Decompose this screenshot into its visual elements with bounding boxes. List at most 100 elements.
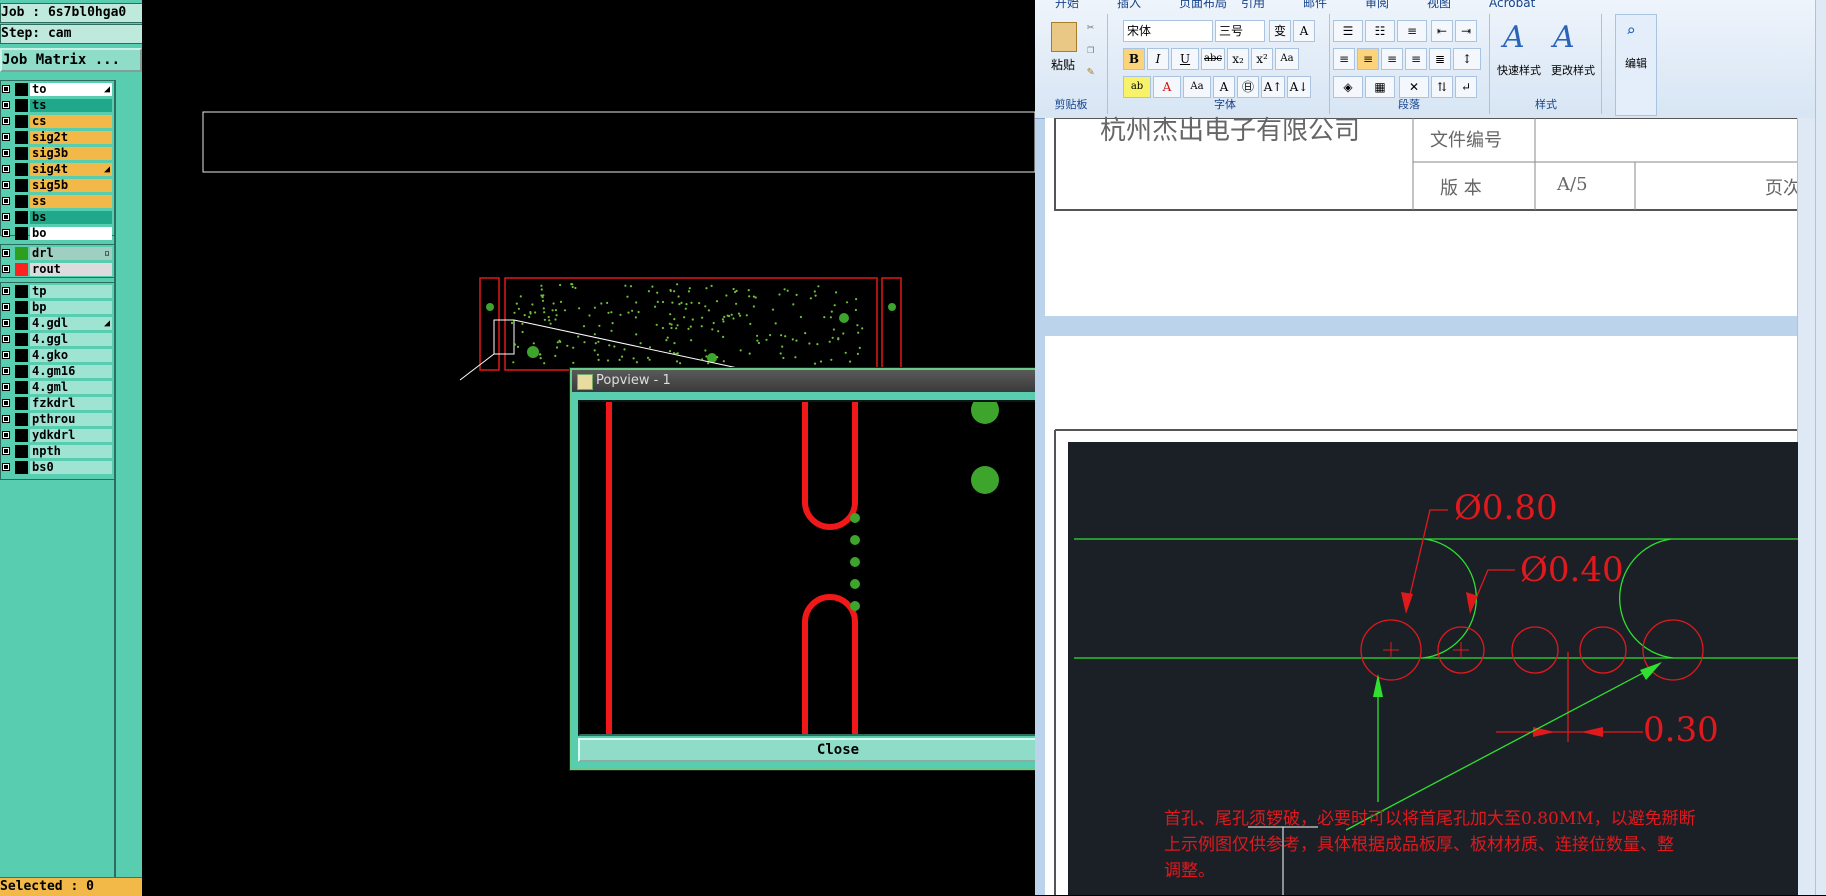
layer-checkbox[interactable] xyxy=(2,181,10,189)
layer-checkbox[interactable] xyxy=(2,197,10,205)
shrink-font-button[interactable]: A↓ xyxy=(1287,76,1311,98)
job-matrix-button[interactable]: Job Matrix ... xyxy=(0,48,142,72)
layer-checkbox[interactable] xyxy=(2,367,10,375)
layer-row-bs[interactable]: bs xyxy=(1,210,115,225)
layer-checkbox[interactable] xyxy=(2,303,10,311)
sort-button[interactable]: ⇅ xyxy=(1431,76,1453,98)
ribbon-tab-0[interactable]: 开始 xyxy=(1055,0,1079,12)
layer-name[interactable]: npth xyxy=(30,445,112,458)
increase-indent-button[interactable]: ⇥ xyxy=(1455,20,1477,42)
copy-icon[interactable]: ❐ xyxy=(1087,42,1094,56)
layer-row-sig3b[interactable]: sig3b xyxy=(1,146,115,161)
multilevel-list-button[interactable]: ≡ xyxy=(1397,20,1427,42)
layer-color-swatch[interactable] xyxy=(15,365,28,378)
layer-color-swatch[interactable] xyxy=(15,179,28,192)
format-painter-icon[interactable]: ✎ xyxy=(1087,64,1094,78)
layer-row-cs[interactable]: cs xyxy=(1,114,115,129)
underline-button[interactable]: U xyxy=(1171,48,1199,70)
layer-row-bs0[interactable]: bs0 xyxy=(1,460,115,475)
layer-color-swatch[interactable] xyxy=(15,349,28,362)
layer-row-pthrou[interactable]: pthrou xyxy=(1,412,115,427)
layer-name[interactable]: bo xyxy=(30,227,112,240)
layer-name[interactable]: 4.gko xyxy=(30,349,112,362)
layer-name[interactable]: sig4t ◢ xyxy=(30,163,112,176)
layer-row-4.gdl[interactable]: 4.gdl ◢ xyxy=(1,316,115,331)
layer-row-4.gm16[interactable]: 4.gm16 xyxy=(1,364,115,379)
layer-color-swatch[interactable] xyxy=(15,211,28,224)
layer-color-swatch[interactable] xyxy=(15,285,28,298)
bold-button[interactable]: B xyxy=(1123,48,1145,70)
popview-canvas[interactable] xyxy=(578,396,1070,736)
layer-row-tp[interactable]: tp xyxy=(1,284,115,299)
show-marks-button[interactable]: ↵ xyxy=(1455,76,1477,98)
numbering-button[interactable]: ☷ xyxy=(1365,20,1395,42)
layer-row-rout[interactable]: rout xyxy=(1,262,115,277)
layer-checkbox[interactable] xyxy=(2,319,10,327)
ribbon-tab-1[interactable]: 插入 xyxy=(1117,0,1141,12)
distribute-button[interactable]: ≣ xyxy=(1429,48,1451,70)
layer-name[interactable]: ydkdrl xyxy=(30,429,112,442)
layer-row-ydkdrl[interactable]: ydkdrl xyxy=(1,428,115,443)
layer-row-4.gml[interactable]: 4.gml xyxy=(1,380,115,395)
chinese-layout-button[interactable]: ✕ xyxy=(1399,76,1429,98)
char-border-button[interactable]: A xyxy=(1293,20,1315,42)
layer-checkbox[interactable] xyxy=(2,117,10,125)
strikethrough-button[interactable]: abc xyxy=(1201,48,1225,70)
layer-name[interactable]: 4.gm16 xyxy=(30,365,112,378)
layer-checkbox[interactable] xyxy=(2,383,10,391)
font-name-select[interactable]: 宋体 xyxy=(1123,20,1213,42)
layer-scrollbar[interactable] xyxy=(114,80,144,880)
layer-checkbox[interactable] xyxy=(2,249,10,257)
layer-name[interactable]: bp xyxy=(30,301,112,314)
layer-row-drl[interactable]: drl ▫ xyxy=(1,246,115,261)
edit-label[interactable]: 编辑 xyxy=(1616,55,1656,71)
layer-name[interactable]: 4.gdl ◢ xyxy=(30,317,112,330)
paste-label[interactable]: 粘贴 xyxy=(1043,56,1083,73)
popview-titlebar[interactable]: Popview - 1 ✕ xyxy=(572,370,1102,392)
change-case-button[interactable]: Aa xyxy=(1183,76,1211,98)
quick-styles-icon[interactable]: A xyxy=(1503,20,1525,55)
layer-color-swatch[interactable] xyxy=(15,99,28,112)
cut-icon[interactable]: ✂ xyxy=(1087,20,1094,34)
layer-checkbox[interactable] xyxy=(2,447,10,455)
layer-name[interactable]: sig2t xyxy=(30,131,112,144)
layer-checkbox[interactable] xyxy=(2,213,10,221)
superscript-button[interactable]: x² xyxy=(1251,48,1273,70)
layer-color-swatch[interactable] xyxy=(15,247,28,260)
layer-name[interactable]: 4.ggl xyxy=(30,333,112,346)
layer-checkbox[interactable] xyxy=(2,133,10,141)
layer-row-npth[interactable]: npth xyxy=(1,444,115,459)
find-icon[interactable]: ⌕ xyxy=(1626,21,1636,40)
layer-color-swatch[interactable] xyxy=(15,83,28,96)
align-center-button[interactable]: ≡ xyxy=(1357,48,1379,70)
layer-color-swatch[interactable] xyxy=(15,445,28,458)
grow-font-button[interactable]: A↑ xyxy=(1261,76,1285,98)
ribbon-tab-6[interactable]: 视图 xyxy=(1427,0,1451,12)
layer-name[interactable]: cs xyxy=(30,115,112,128)
layer-checkbox[interactable] xyxy=(2,85,10,93)
line-spacing-button[interactable]: ↕ xyxy=(1453,48,1481,70)
document-scrollbar[interactable] xyxy=(1797,118,1816,895)
layer-color-swatch[interactable] xyxy=(15,397,28,410)
layer-color-swatch[interactable] xyxy=(15,429,28,442)
layer-name[interactable]: tp xyxy=(30,285,112,298)
layer-checkbox[interactable] xyxy=(2,165,10,173)
layer-row-bo[interactable]: bo xyxy=(1,226,115,241)
subscript-button[interactable]: x₂ xyxy=(1227,48,1249,70)
ribbon-tab-7[interactable]: Acrobat xyxy=(1489,0,1535,12)
change-styles-icon[interactable]: A xyxy=(1553,20,1575,55)
shading-button[interactable]: ◈ xyxy=(1333,76,1363,98)
decrease-indent-button[interactable]: ⇤ xyxy=(1431,20,1453,42)
align-left-button[interactable]: ≡ xyxy=(1333,48,1355,70)
layer-row-4.gko[interactable]: 4.gko xyxy=(1,348,115,363)
layer-row-bp[interactable]: bp xyxy=(1,300,115,315)
layer-row-ss[interactable]: ss xyxy=(1,194,115,209)
layer-color-swatch[interactable] xyxy=(15,461,28,474)
borders-button[interactable]: ▦ xyxy=(1365,76,1395,98)
layer-checkbox[interactable] xyxy=(2,399,10,407)
layer-color-swatch[interactable] xyxy=(15,381,28,394)
layer-row-ts[interactable]: ts xyxy=(1,98,115,113)
layer-checkbox[interactable] xyxy=(2,265,10,273)
layer-color-swatch[interactable] xyxy=(15,163,28,176)
layer-name[interactable]: 4.gml xyxy=(30,381,112,394)
